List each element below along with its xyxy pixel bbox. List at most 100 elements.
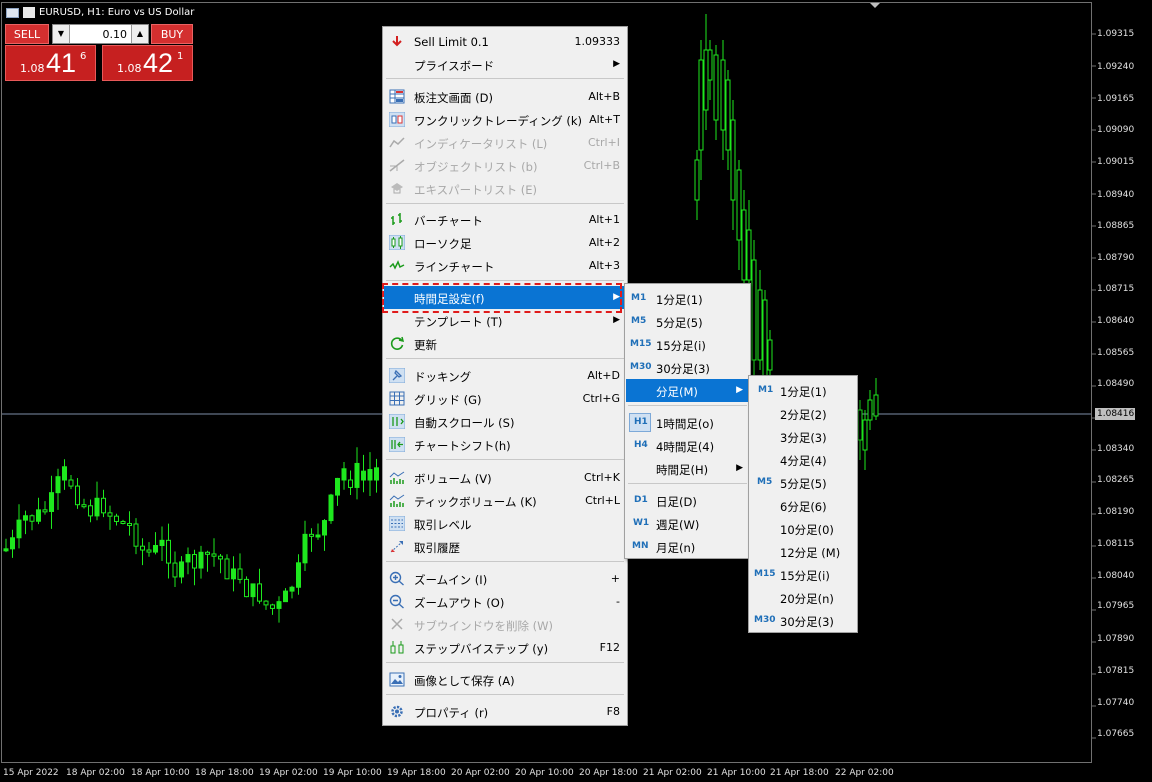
- tf-item-h1[interactable]: H1 1時間足(o): [626, 411, 749, 434]
- lot-size-input[interactable]: ▼ 0.10 ▲: [52, 24, 149, 44]
- min-item-5[interactable]: M5 5分足(5): [750, 471, 856, 494]
- price-tick-label: 1.07665: [1097, 729, 1135, 739]
- menu-label: 30分足(3): [656, 362, 710, 376]
- menu-zoom-out[interactable]: ズームアウト (O) -: [384, 590, 626, 613]
- tf-item-m15[interactable]: M15 15分足(i): [626, 333, 749, 356]
- min-item-30[interactable]: M30 30分足(3): [750, 609, 856, 632]
- candle-body: [94, 497, 100, 517]
- min-item-20[interactable]: 20分足(n): [750, 586, 856, 609]
- candle-body: [81, 504, 87, 508]
- candle-body: [762, 299, 768, 381]
- candle-body: [361, 470, 366, 481]
- min-item-4[interactable]: 4分足(4): [750, 448, 856, 471]
- menu-grid[interactable]: グリッド (G) Ctrl+G: [384, 387, 626, 410]
- menu-label: 分足(M): [656, 385, 698, 399]
- lot-increase-icon[interactable]: ▲: [131, 25, 148, 43]
- menu-shortcut: -: [616, 595, 620, 608]
- menu-object-list[interactable]: オブジェクトリスト (b) Ctrl+B: [384, 154, 626, 177]
- sell-limit-icon: [392, 36, 402, 47]
- submenu-arrow-icon: ▶: [613, 315, 620, 325]
- tf-item-hours[interactable]: 時間足(H) ▶: [626, 457, 749, 480]
- tf-item-d1[interactable]: D1 日足(D): [626, 489, 749, 512]
- menu-sell-limit[interactable]: Sell Limit 0.1 1.09333: [384, 30, 626, 53]
- chart-context-menu: Sell Limit 0.1 1.09333 プライスボード ▶ 板注文画面 (…: [382, 26, 628, 726]
- menu-refresh[interactable]: 更新: [384, 332, 626, 355]
- lot-value[interactable]: 0.10: [70, 28, 131, 41]
- menu-separator: [386, 358, 624, 359]
- price-tick-label: 1.08490: [1097, 379, 1135, 389]
- min-item-6[interactable]: 6分足(6): [750, 494, 856, 517]
- menu-bar-chart[interactable]: バーチャート Alt+1: [384, 208, 626, 231]
- tf-item-mn[interactable]: MN 月足(n): [626, 535, 749, 558]
- window-menu-icon[interactable]: [6, 7, 19, 18]
- menu-step-by-step[interactable]: ステップバイステップ (y) F12: [384, 636, 626, 659]
- menu-label: 4時間足(4): [656, 440, 715, 454]
- min-item-1[interactable]: M1 1分足(1): [750, 379, 856, 402]
- tf-item-m30[interactable]: M30 30分足(3): [626, 356, 749, 379]
- object-list-icon: [389, 159, 405, 172]
- tf-item-h4[interactable]: H4 4時間足(4): [626, 434, 749, 457]
- tf-tag: M30: [754, 615, 776, 625]
- menu-expert-list[interactable]: エキスパートリスト (E): [384, 177, 626, 200]
- candle-body: [211, 553, 217, 557]
- menu-label: 取引レベル: [414, 518, 472, 532]
- menu-depth-of-market[interactable]: 板注文画面 (D) Alt+B: [384, 85, 626, 108]
- menu-properties[interactable]: プロパティ (r) F8: [384, 700, 626, 723]
- sell-button[interactable]: SELL: [5, 24, 49, 44]
- min-item-15[interactable]: M15 15分足(i): [750, 563, 856, 586]
- time-tick-label: 20 Apr 10:00: [515, 768, 574, 778]
- buy-quote[interactable]: 1.08 42 1: [102, 45, 193, 81]
- candle-body: [713, 54, 719, 121]
- min-item-10[interactable]: 10分足(0): [750, 517, 856, 540]
- autoscroll-icon: [389, 414, 405, 429]
- menu-one-click-trading[interactable]: ワンクリックトレーディング (k) Alt+T: [384, 108, 626, 131]
- menu-docking[interactable]: ドッキング Alt+D: [384, 364, 626, 387]
- menu-trade-history[interactable]: 取引履歴: [384, 535, 626, 558]
- candle-body: [736, 169, 742, 241]
- tick-volume-icon: [389, 494, 405, 507]
- min-item-12[interactable]: 12分足 (M): [750, 540, 856, 563]
- buy-button[interactable]: BUY: [151, 24, 193, 44]
- menu-candlesticks[interactable]: ローソク足 Alt+2: [384, 231, 626, 254]
- menu-label: 12分足 (M): [780, 546, 841, 560]
- menu-save-as-picture[interactable]: 画像として保存 (A): [384, 668, 626, 691]
- menu-line-chart[interactable]: ラインチャート Alt+3: [384, 254, 626, 277]
- candle-body: [3, 548, 9, 552]
- sell-quote[interactable]: 1.08 41 6: [5, 45, 96, 81]
- menu-autoscroll[interactable]: 自動スクロール (S): [384, 410, 626, 433]
- chart-shift-marker-icon[interactable]: [870, 3, 880, 8]
- price-tick-label: 1.09015: [1097, 157, 1135, 167]
- menu-label: ティックボリューム (K): [414, 495, 537, 509]
- candle-body: [270, 604, 275, 609]
- menu-shortcut: Ctrl+L: [585, 494, 620, 507]
- symbol-icon: [23, 7, 35, 18]
- menu-price-board[interactable]: プライスボード ▶: [384, 53, 626, 76]
- menu-delete-subwindow[interactable]: サブウインドウを削除 (W): [384, 613, 626, 636]
- menu-trade-levels[interactable]: 取引レベル: [384, 512, 626, 535]
- menu-shortcut: Alt+1: [588, 213, 620, 226]
- candle-body: [263, 600, 269, 606]
- menu-shortcut: +: [610, 572, 620, 585]
- candle-body: [140, 545, 145, 551]
- menu-shortcut: Ctrl+I: [587, 136, 620, 149]
- min-item-2[interactable]: 2分足(2): [750, 402, 856, 425]
- menu-zoom-in[interactable]: ズームイン (I) +: [384, 567, 626, 590]
- min-item-3[interactable]: 3分足(3): [750, 425, 856, 448]
- menu-volumes[interactable]: ボリューム (V) Ctrl+K: [384, 466, 626, 489]
- lot-decrease-icon[interactable]: ▼: [53, 25, 70, 43]
- menu-separator: [386, 78, 624, 79]
- time-tick-label: 18 Apr 10:00: [131, 768, 190, 778]
- menu-tick-volumes[interactable]: ティックボリューム (K) Ctrl+L: [384, 489, 626, 512]
- tf-item-m5[interactable]: M5 5分足(5): [626, 310, 749, 333]
- menu-label: 20分足(n): [780, 592, 834, 606]
- price-tick-label: 1.08865: [1097, 221, 1135, 231]
- menu-label: ワンクリックトレーディング (k): [414, 114, 582, 128]
- tf-item-w1[interactable]: W1 週足(W): [626, 512, 749, 535]
- tf-item-m1[interactable]: M1 1分足(1): [626, 287, 749, 310]
- menu-chart-shift[interactable]: チャートシフト(h): [384, 433, 626, 456]
- indicator-list-icon: [389, 137, 405, 148]
- menu-label: 日足(D): [656, 495, 697, 509]
- menu-indicator-list[interactable]: インディケータリスト (L) Ctrl+I: [384, 131, 626, 154]
- candle-body: [741, 209, 747, 281]
- tf-item-minutes[interactable]: 分足(M) ▶: [626, 379, 749, 402]
